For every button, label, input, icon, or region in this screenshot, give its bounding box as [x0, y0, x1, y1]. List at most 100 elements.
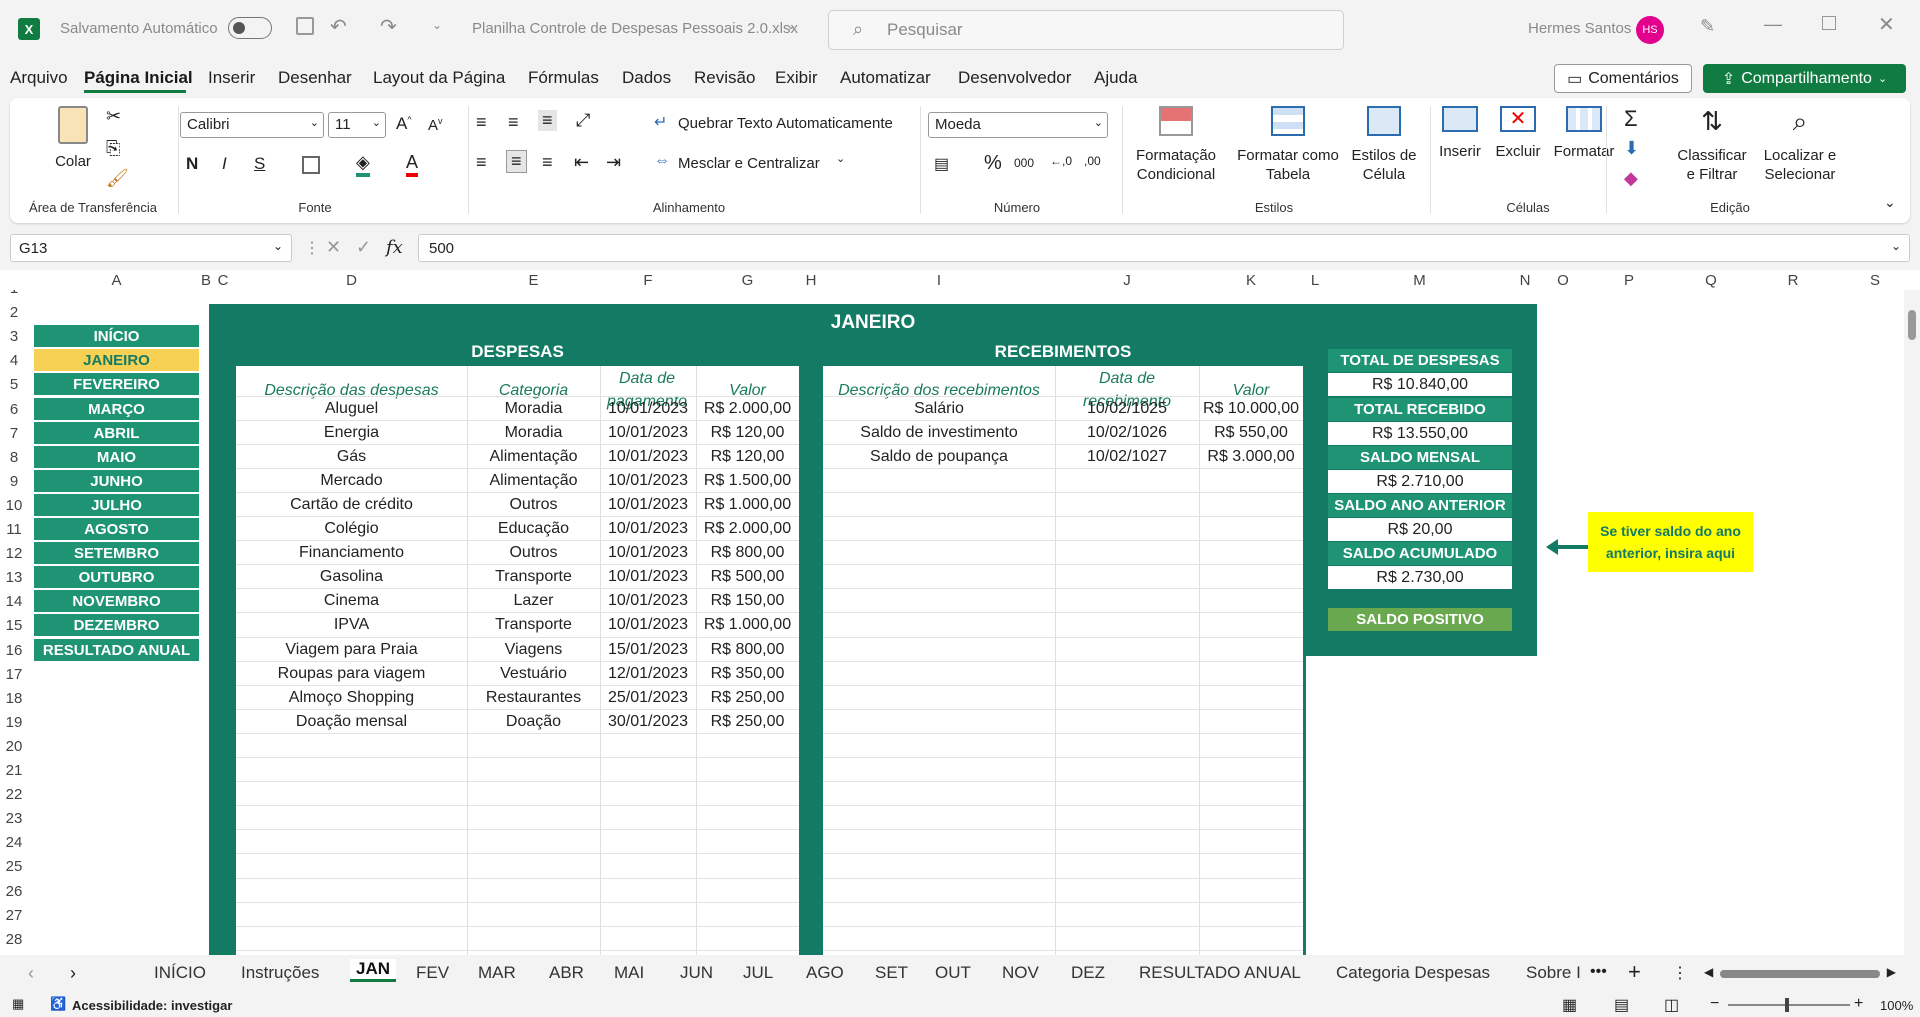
expense-cell[interactable]: R$ 500,00 [696, 565, 799, 589]
summary-value[interactable]: R$ 10.840,00 [1328, 373, 1512, 396]
income-cell[interactable]: Salário [823, 397, 1055, 421]
insert-function-icon[interactable]: fx [386, 237, 403, 258]
sort-filter-button[interactable]: ⇅ Classificar e Filtrar [1670, 106, 1754, 184]
expense-cell[interactable]: 30/01/2023 [600, 710, 696, 734]
row-header[interactable]: 9 [0, 473, 28, 490]
vertical-scrollbar[interactable] [1904, 290, 1920, 960]
merge-center-button[interactable]: Mesclar e Centralizar [678, 154, 820, 173]
row-header[interactable]: 12 [0, 545, 28, 562]
nav-item[interactable]: JULHO [34, 494, 199, 516]
menu-automatizar[interactable]: Automatizar [840, 68, 931, 88]
expense-cell[interactable]: 10/01/2023 [600, 421, 696, 445]
nav-item[interactable]: INÍCIO [34, 325, 199, 347]
sheet-tab[interactable]: OUT [935, 963, 971, 983]
sheet-tab[interactable]: RESULTADO ANUAL [1139, 963, 1301, 983]
insert-cells-button[interactable]: Inserir [1430, 106, 1490, 161]
align-bottom-icon[interactable]: ≡ [538, 110, 557, 131]
menu-dados[interactable]: Dados [622, 68, 671, 88]
decrease-decimal-icon[interactable]: ,00 [1084, 154, 1101, 168]
row-header[interactable]: 27 [0, 907, 28, 924]
decrease-font-icon[interactable]: Av [428, 116, 443, 134]
expense-cell[interactable]: Aluguel [236, 397, 467, 421]
nav-item[interactable]: JANEIRO [34, 349, 199, 371]
summary-value[interactable]: R$ 13.550,00 [1328, 422, 1512, 445]
expense-cell[interactable]: Educação [467, 517, 600, 541]
delete-cells-button[interactable]: ✕ Excluir [1490, 106, 1546, 161]
redo-icon[interactable]: ↷ [380, 14, 397, 39]
sheet-tab[interactable]: ABR [549, 963, 584, 983]
font-family-select[interactable]: Calibri ⌄ [180, 112, 324, 138]
expense-cell[interactable]: R$ 120,00 [696, 421, 799, 445]
more-tabs-icon[interactable]: ••• [1590, 963, 1607, 981]
nav-item[interactable]: RESULTADO ANUAL [34, 639, 199, 661]
align-center-icon[interactable]: ≡ [506, 150, 527, 173]
expense-cell[interactable]: Gás [236, 445, 467, 469]
format-cells-button[interactable]: Formatar [1546, 106, 1622, 161]
sheet-tab[interactable]: AGO [806, 963, 844, 983]
expense-cell[interactable]: Vestuário [467, 662, 600, 686]
expense-cell[interactable]: Gasolina [236, 565, 467, 589]
align-left-icon[interactable]: ≡ [476, 152, 487, 173]
row-header[interactable]: 10 [0, 497, 28, 514]
worksheet-grid[interactable]: 1234567891011121314151617181920212223242… [0, 290, 1920, 960]
income-cell[interactable]: R$ 550,00 [1199, 421, 1303, 445]
column-header-o[interactable]: O [1538, 272, 1588, 289]
column-header-r[interactable]: R [1752, 272, 1834, 289]
quick-access-dropdown-icon[interactable]: ⌄ [432, 18, 442, 32]
row-header[interactable]: 11 [0, 521, 28, 538]
menu-formulas[interactable]: Fórmulas [528, 68, 599, 88]
expense-cell[interactable]: Viagens [467, 638, 600, 662]
column-header-i[interactable]: I [823, 272, 1055, 289]
sheet-tab[interactable]: Categoria Despesas [1336, 963, 1490, 983]
row-header[interactable]: 19 [0, 714, 28, 731]
expense-cell[interactable]: R$ 800,00 [696, 541, 799, 565]
sheet-tab[interactable]: JUN [680, 963, 713, 983]
zoom-slider[interactable] [1728, 998, 1850, 1012]
menu-revisao[interactable]: Revisão [694, 68, 755, 88]
menu-pagina-inicial[interactable]: Página Inicial [84, 68, 193, 88]
column-header-f[interactable]: F [600, 272, 696, 289]
nav-item[interactable]: MAIO [34, 446, 199, 468]
nav-item[interactable]: NOVEMBRO [34, 590, 199, 612]
sheet-tab[interactable]: MAR [478, 963, 516, 983]
column-header-e[interactable]: E [467, 272, 600, 289]
align-top-icon[interactable]: ≡ [476, 112, 487, 133]
column-header-p[interactable]: P [1588, 272, 1670, 289]
expense-cell[interactable]: 10/01/2023 [600, 589, 696, 613]
minimize-icon[interactable]: — [1764, 14, 1782, 35]
sheet-tab[interactable]: SET [875, 963, 908, 983]
increase-decimal-icon[interactable]: ←,0 [1050, 154, 1072, 168]
expense-cell[interactable]: R$ 120,00 [696, 445, 799, 469]
sheet-tab[interactable]: JUL [743, 963, 773, 983]
column-header-c[interactable]: C [213, 272, 233, 289]
expense-cell[interactable]: Almoço Shopping [236, 686, 467, 710]
row-header[interactable]: 6 [0, 401, 28, 418]
menu-inserir[interactable]: Inserir [208, 68, 255, 88]
expense-cell[interactable]: 10/01/2023 [600, 397, 696, 421]
nav-item[interactable]: AGOSTO [34, 518, 199, 540]
sheet-stats-icon[interactable]: ▦ [12, 996, 24, 1012]
summary-value[interactable]: R$ 2.710,00 [1328, 470, 1512, 493]
expense-cell[interactable]: 10/01/2023 [600, 541, 696, 565]
income-cell[interactable]: R$ 10.000,00 [1199, 397, 1303, 421]
search-box[interactable]: ⌕ Pesquisar [828, 10, 1344, 50]
fill-icon[interactable]: ⬇ [1624, 138, 1639, 159]
sheet-tab[interactable]: NOV [1002, 963, 1039, 983]
row-header[interactable]: 22 [0, 786, 28, 803]
zoom-out-icon[interactable]: − [1710, 995, 1719, 1013]
expense-cell[interactable]: 10/01/2023 [600, 565, 696, 589]
vertical-scroll-thumb[interactable] [1908, 310, 1916, 340]
expense-cell[interactable]: R$ 800,00 [696, 638, 799, 662]
menu-ajuda[interactable]: Ajuda [1094, 68, 1137, 88]
sheet-tab[interactable]: FEV [416, 963, 449, 983]
row-header[interactable]: 1 [0, 290, 28, 297]
expense-cell[interactable]: IPVA [236, 613, 467, 637]
expense-cell[interactable]: 10/01/2023 [600, 469, 696, 493]
column-header-l[interactable]: L [1303, 272, 1327, 289]
menu-layout[interactable]: Layout da Página [373, 68, 505, 88]
cancel-formula-icon[interactable]: ✕ [326, 237, 341, 258]
expense-cell[interactable]: R$ 1.000,00 [696, 493, 799, 517]
column-header-k[interactable]: K [1199, 272, 1303, 289]
copy-icon[interactable]: ⎘ [106, 138, 120, 159]
page-break-view-icon[interactable]: ◫ [1664, 995, 1679, 1015]
